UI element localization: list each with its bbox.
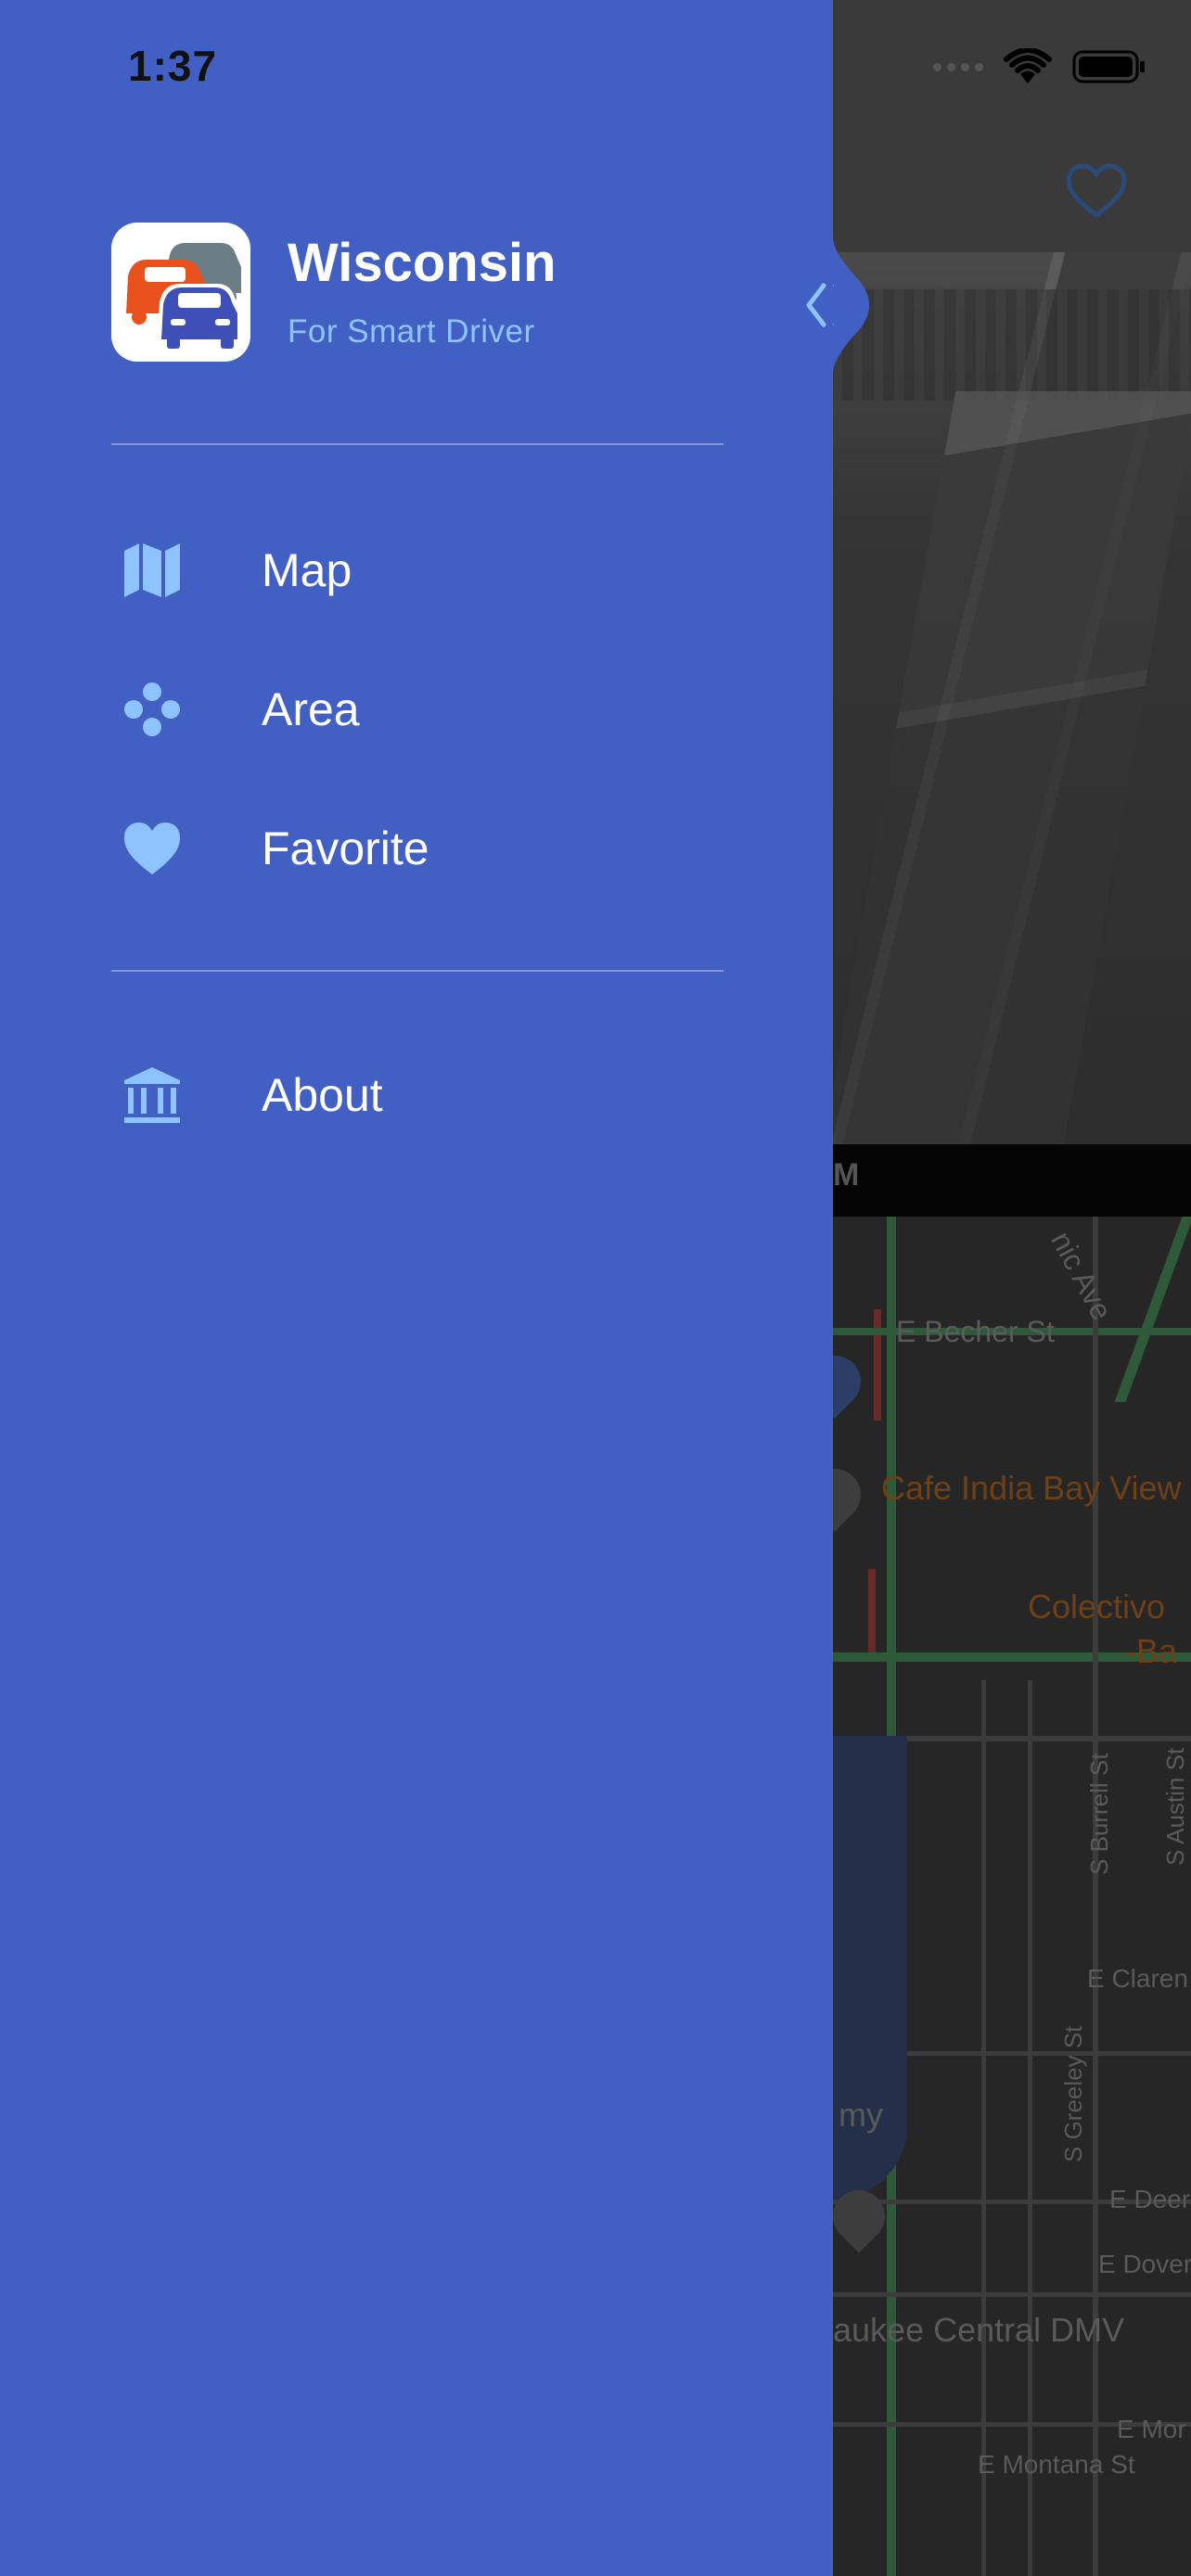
map-label-deer: E Deer bbox=[1109, 2185, 1191, 2213]
traffic-map[interactable]: nic Ave E Becher St Cafe India Bay View … bbox=[833, 1217, 1191, 2576]
side-drawer: 1:37 Wisconsin For Smart Driver Map Area… bbox=[0, 0, 833, 2576]
menu-item-favorite[interactable]: Favorite bbox=[111, 797, 724, 899]
background-header bbox=[833, 0, 1191, 252]
map-label-montana: E Montana St bbox=[978, 2450, 1135, 2479]
traffic-camera-image bbox=[833, 252, 1191, 1144]
cellular-signal-icon bbox=[933, 62, 983, 71]
map-label-cafe: Cafe India Bay View bbox=[881, 1469, 1182, 1507]
divider bbox=[111, 443, 724, 445]
battery-icon bbox=[1072, 48, 1146, 85]
map-label-becher: E Becher St bbox=[896, 1315, 1055, 1348]
camera-timestamp: M bbox=[833, 1157, 860, 1192]
app-tagline: For Smart Driver bbox=[288, 313, 535, 350]
map-label-dmv: aukee Central DMV bbox=[833, 2311, 1125, 2349]
menu-item-label: Map bbox=[262, 544, 352, 596]
map-label-dover: E Dover bbox=[1098, 2250, 1191, 2278]
menu-item-label: Favorite bbox=[262, 823, 429, 874]
menu-item-map[interactable]: Map bbox=[111, 519, 724, 621]
map-label-colectivo: Colectivo bbox=[1028, 1588, 1166, 1626]
chevron-left-icon bbox=[803, 282, 829, 328]
collapse-drawer-button[interactable] bbox=[815, 237, 881, 373]
map-label-colectivo-sub: -Ba bbox=[1125, 1632, 1178, 1670]
bank-icon bbox=[102, 1065, 202, 1125]
area-dots-icon bbox=[102, 682, 202, 737]
map-label-mor: E Mor bbox=[1117, 2415, 1186, 2443]
menu-item-label: About bbox=[262, 1069, 383, 1121]
status-time: 1:37 bbox=[128, 42, 218, 90]
map-label-austin: S Austin St bbox=[1161, 1747, 1189, 1866]
map-pin-icon[interactable] bbox=[833, 1458, 872, 1532]
heart-icon bbox=[102, 821, 202, 876]
collapse-tab-shape bbox=[833, 237, 869, 373]
map-label-greeley: S Greeley St bbox=[1059, 2025, 1087, 2162]
app-logo bbox=[111, 223, 250, 362]
status-bar-right bbox=[933, 48, 1146, 85]
menu-item-label: Area bbox=[262, 683, 360, 735]
camera-caption-bar bbox=[833, 1144, 1191, 1217]
menu-item-area[interactable]: Area bbox=[111, 658, 724, 760]
app-name: Wisconsin bbox=[288, 233, 557, 293]
map-icon bbox=[102, 542, 202, 599]
map-pin-icon[interactable] bbox=[833, 1345, 872, 1419]
favorite-heart-icon[interactable] bbox=[1065, 163, 1128, 223]
map-label-burrell: S Burrell St bbox=[1085, 1753, 1113, 1876]
map-label-my: my bbox=[839, 2096, 883, 2134]
map-label-claren: E Claren bbox=[1087, 1964, 1188, 1993]
divider bbox=[111, 970, 724, 972]
menu-item-about[interactable]: About bbox=[111, 1044, 724, 1146]
wifi-icon bbox=[1004, 48, 1052, 85]
map-label-ave: nic Ave bbox=[1044, 1226, 1120, 1326]
